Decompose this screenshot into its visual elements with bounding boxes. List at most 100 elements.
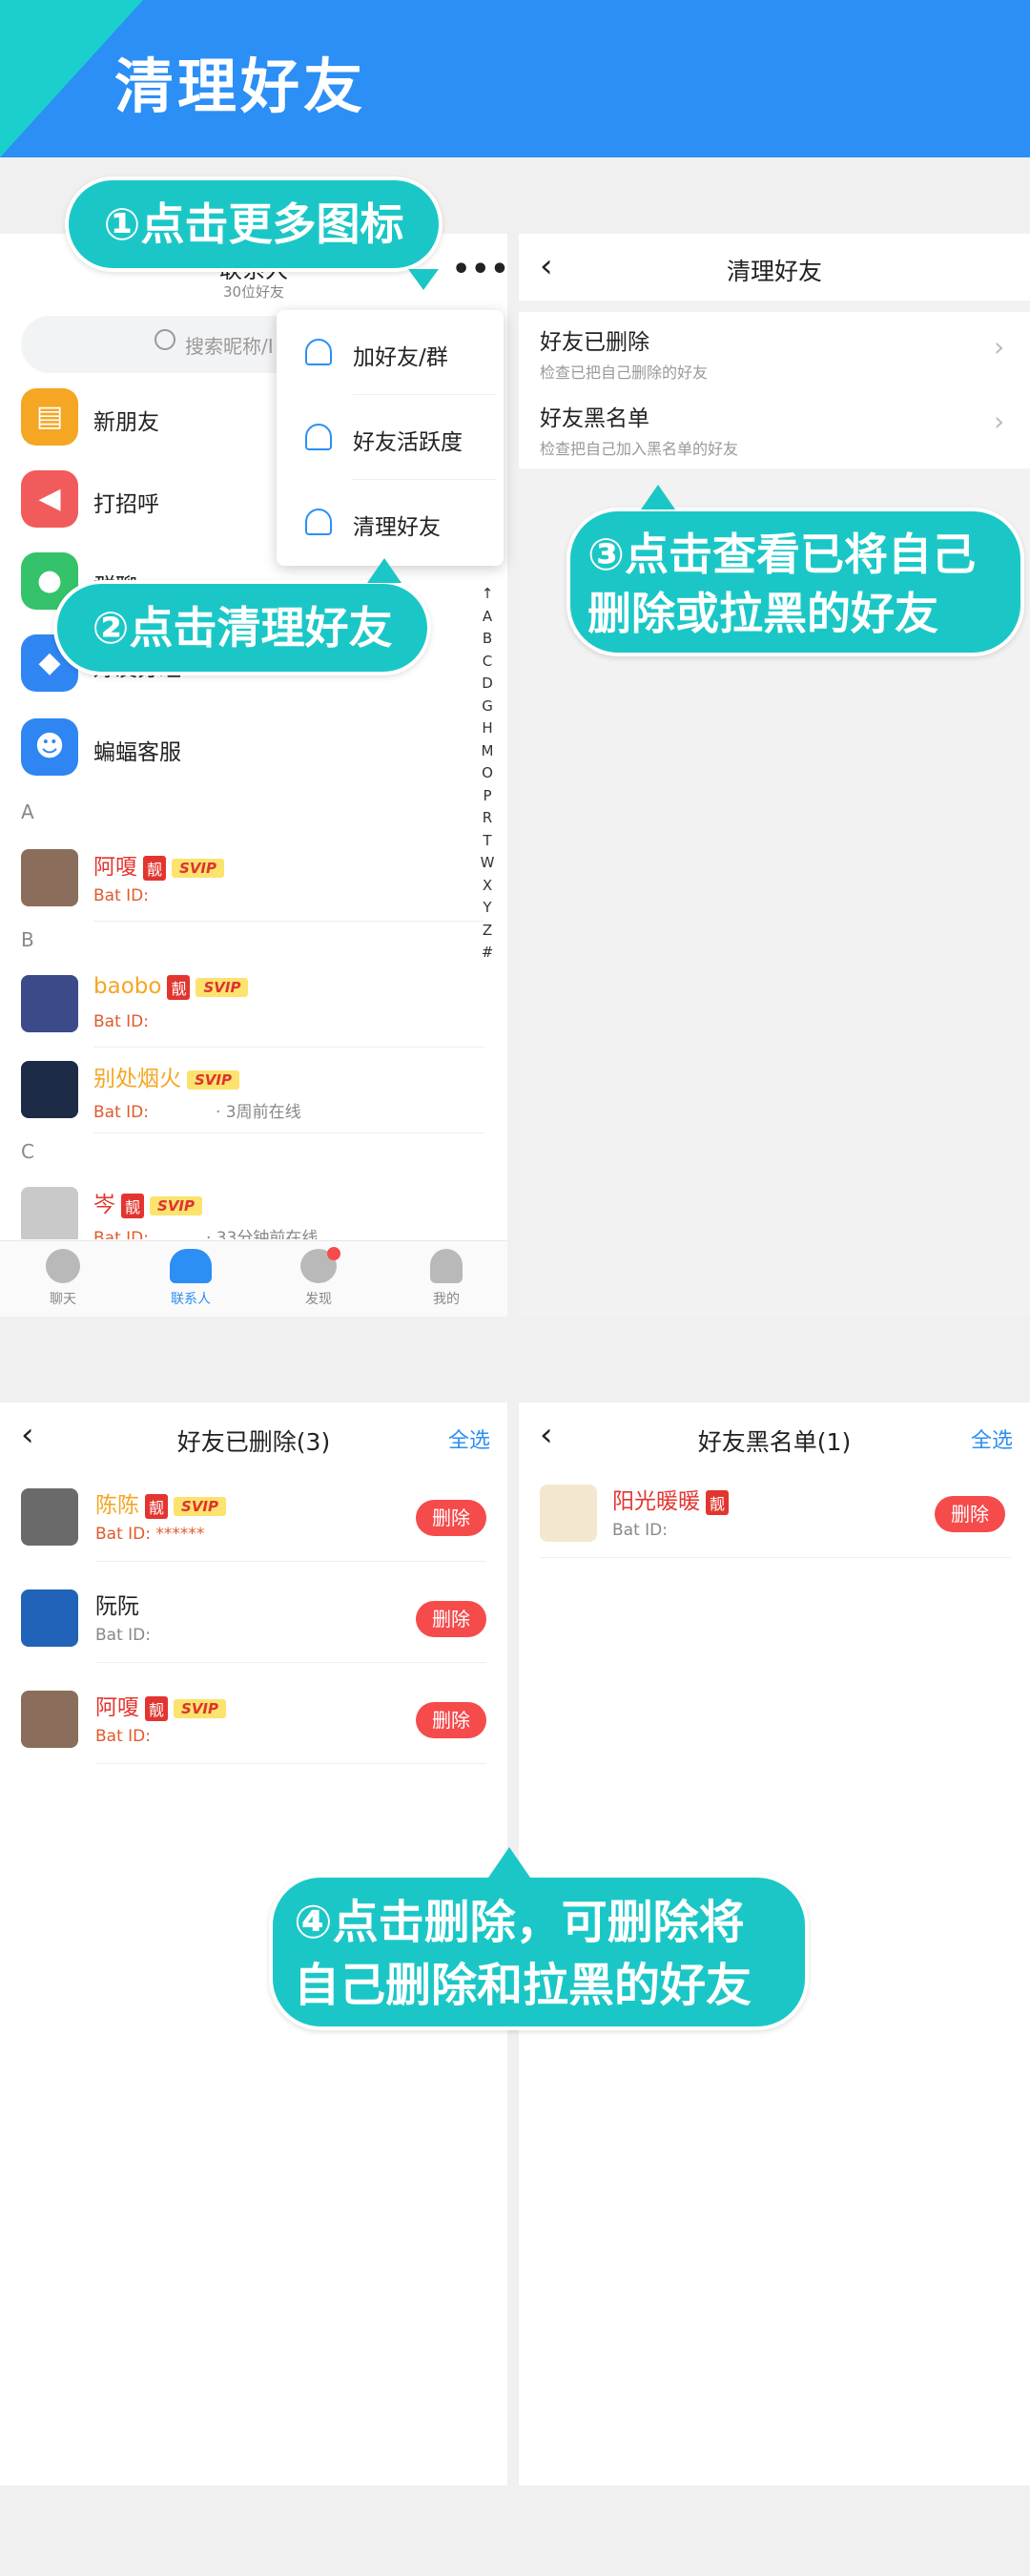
callout-pointer [367,558,402,583]
friend-name: 阿嗄 [95,1695,139,1720]
index-letter[interactable]: T [477,830,498,853]
liang-badge: 靓 [145,1493,169,1519]
svip-badge: SVIP [187,1070,239,1090]
online-status: · 3周前在线 [215,1103,301,1122]
deleted-friends-row[interactable]: 好友已删除 检查已把自己删除的好友 › [519,312,1030,390]
section-header-a: A [21,800,34,823]
index-letter[interactable]: Z [477,920,498,943]
friend-row[interactable]: baobo 靓 SVIP Bat ID: [21,970,479,1047]
friend-name-row: 阿嗄靓 SVIP [95,1689,227,1721]
friend-name: 阳光暖暖 [612,1489,700,1514]
bat-id: Bat ID: [93,1229,149,1239]
index-letter[interactable]: X [477,875,498,898]
callout-text: ②点击清理好友 [92,602,393,654]
callout-pointer [408,269,439,290]
contact-entry-service[interactable]: ☻ 蝙蝠客服 [21,717,469,778]
friend-name-row: 岑靓 SVIP [93,1186,203,1218]
menu-item-activity[interactable]: 好友活跃度 [277,395,504,479]
callout-text: ①点击更多图标 [103,198,404,250]
index-letter[interactable]: O [477,762,498,785]
row-title: 好友黑名单 [540,406,649,431]
index-letter[interactable]: ↑ [477,583,498,606]
chevron-right-icon: › [994,331,1005,363]
tab-chat[interactable]: 聊天 [25,1249,101,1308]
avatar [21,975,78,1032]
search-input[interactable]: 搜索昵称/I [185,331,274,359]
divider [95,1662,486,1663]
friend-row[interactable]: 别处烟火 SVIP Bat ID: · 3周前在线 [21,1056,479,1132]
screen-title: 清理好友 [726,258,822,285]
bat-id-row: Bat ID: · 33分钟前在线 [93,1224,318,1239]
delete-button[interactable]: 删除 [416,1500,486,1536]
callout-text: 自己删除和拉黑的好友 [294,1959,752,2012]
friend-row[interactable]: 阿嗄靓 SVIP Bat ID: [21,844,479,921]
section-header-c: C [21,1140,34,1163]
callout-text: 删除或拉黑的好友 [587,588,938,639]
tab-discover[interactable]: 发现 [280,1247,357,1308]
blacklist-friend-row[interactable]: 阳光暖暖靓 Bat ID: 删除 [540,1481,1011,1557]
deleted-friend-row[interactable]: 阿嗄靓 SVIP Bat ID: 删除 [21,1687,488,1763]
notification-dot [327,1247,340,1260]
delete-button[interactable]: 删除 [416,1601,486,1637]
alphabet-index[interactable]: ↑ A B C D G H M O P R T W X Y Z # [477,583,498,965]
friend-name: 岑 [93,1193,115,1217]
avatar [21,1691,78,1748]
index-letter[interactable]: H [477,717,498,740]
bat-id-row: Bat ID: · 3周前在线 [93,1098,301,1122]
index-letter[interactable]: # [477,942,498,965]
divider [93,921,484,922]
row-subtitle: 检查已把自己删除的好友 [540,364,709,382]
index-letter[interactable]: G [477,696,498,718]
more-icon[interactable]: ••• [452,253,507,286]
greet-icon: ◀ [21,470,78,528]
clean-friends-icon [305,509,332,535]
menu-item-add-friend[interactable]: 加好友/群 [277,310,504,394]
divider [540,1557,1011,1558]
delete-button[interactable]: 删除 [416,1702,486,1738]
liang-badge: 靓 [143,855,167,881]
avatar [21,849,78,906]
friend-name: baobo [93,974,162,999]
select-all-button[interactable]: 全选 [971,1423,1013,1454]
index-letter[interactable]: A [477,606,498,629]
index-letter[interactable]: W [477,852,498,875]
callout-text: ③点击查看已将自己 [587,529,976,580]
activity-icon [305,424,332,450]
svip-badge: SVIP [196,977,249,997]
tab-label: 联系人 [171,1292,211,1307]
entry-label: 新朋友 [93,410,159,435]
index-letter[interactable]: D [477,673,498,696]
tab-label: 我的 [433,1292,460,1307]
svip-badge: SVIP [150,1195,203,1215]
index-letter[interactable]: P [477,785,498,808]
person-icon [430,1249,463,1283]
deleted-friend-row[interactable]: 陈陈靓 SVIP Bat ID: ****** 删除 [21,1485,488,1561]
tab-me[interactable]: 我的 [408,1249,484,1308]
callout-step-4: ④点击删除，可删除将 自己删除和拉黑的好友 [269,1874,809,2030]
tab-contacts[interactable]: 联系人 [153,1249,229,1308]
index-letter[interactable]: R [477,807,498,830]
contacts-icon [170,1249,212,1283]
index-letter[interactable]: B [477,628,498,651]
avatar [540,1485,597,1542]
callout-step-3: ③点击查看已将自己 删除或拉黑的好友 [566,508,1024,656]
friend-row[interactable]: 岑靓 SVIP Bat ID: · 33分钟前在线 [21,1182,479,1239]
select-all-button[interactable]: 全选 [448,1423,490,1454]
bottom-tab-bar: 聊天 联系人 发现 我的 [0,1240,507,1317]
index-letter[interactable]: C [477,651,498,674]
index-letter[interactable]: Y [477,897,498,920]
planet-icon [300,1247,340,1283]
search-icon [154,329,175,350]
delete-button[interactable]: 删除 [935,1496,1005,1532]
avatar [21,1187,78,1239]
nav-bar: ‹ 好友黑名单(1) 全选 [519,1402,1030,1469]
blacklist-row[interactable]: 好友黑名单 检查把自己加入黑名单的好友 › [519,390,1030,468]
callout-pointer [488,1847,530,1878]
divider [95,1561,486,1562]
section-header-b: B [21,928,34,951]
index-letter[interactable]: M [477,740,498,763]
bat-id: Bat ID: [95,1727,151,1746]
menu-item-clean-friends[interactable]: 清理好友 [277,480,504,564]
bat-id: Bat ID: [95,1626,151,1645]
deleted-friend-row[interactable]: 阮阮 Bat ID: 删除 [21,1586,488,1662]
